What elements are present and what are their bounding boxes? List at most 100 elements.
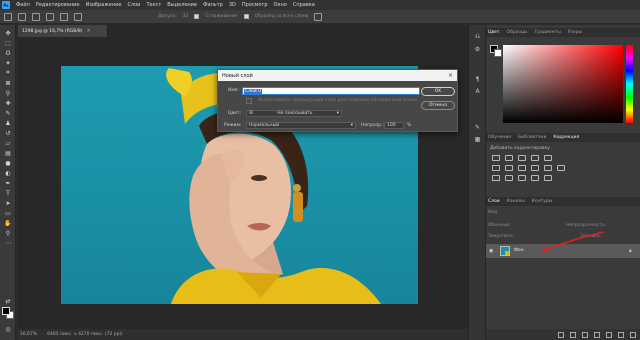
link-layers-icon[interactable] bbox=[558, 331, 564, 338]
opacity-field[interactable]: 100 bbox=[384, 122, 404, 129]
layer-kind-filter[interactable]: Вид bbox=[488, 210, 497, 215]
eyedropper-tool-icon[interactable]: ⚲ bbox=[3, 89, 13, 97]
history-icon[interactable]: ⎌ bbox=[473, 33, 482, 41]
clipping-mask-checkbox[interactable] bbox=[246, 98, 252, 104]
home-icon[interactable] bbox=[4, 12, 12, 21]
selection-add-icon[interactable] bbox=[46, 12, 54, 21]
menu-image[interactable]: Изображение bbox=[85, 2, 121, 8]
brush-tool-icon[interactable]: ✎ bbox=[3, 109, 13, 117]
color-picker-field[interactable] bbox=[503, 45, 623, 123]
delete-layer-icon[interactable] bbox=[630, 331, 636, 338]
foreground-color-swatch[interactable] bbox=[2, 307, 10, 315]
close-icon[interactable]: × bbox=[448, 72, 453, 79]
cancel-button[interactable]: Отмена bbox=[421, 101, 455, 110]
menu-layers[interactable]: Слои bbox=[127, 2, 140, 8]
tab-adjustments[interactable]: Коррекция bbox=[553, 135, 579, 140]
tab-swatches[interactable]: Образцы bbox=[507, 30, 528, 35]
tab-channels[interactable]: Каналы bbox=[507, 199, 525, 204]
more-tools-icon[interactable]: ⋯ bbox=[3, 239, 13, 247]
hue-slider[interactable] bbox=[626, 45, 633, 123]
eraser-tool-icon[interactable]: ▱ bbox=[3, 139, 13, 147]
ok-button[interactable]: OK bbox=[421, 87, 455, 96]
menu-3d[interactable]: 3D bbox=[229, 2, 236, 8]
dodge-tool-icon[interactable]: ◐ bbox=[3, 169, 13, 177]
menu-filter[interactable]: Фильтр bbox=[203, 2, 223, 8]
eye-icon[interactable]: ◉ bbox=[489, 248, 493, 254]
menu-file[interactable]: Файл bbox=[16, 2, 30, 8]
channel-mixer-icon[interactable] bbox=[544, 165, 552, 171]
menu-select[interactable]: Выделение bbox=[167, 2, 197, 8]
menu-help[interactable]: Справка bbox=[293, 2, 315, 8]
new-group-icon[interactable] bbox=[606, 331, 612, 338]
character-icon[interactable]: A bbox=[473, 87, 482, 95]
layer-style-icon[interactable] bbox=[570, 331, 576, 338]
move-tool-icon[interactable]: ✥ bbox=[3, 29, 13, 37]
lasso-tool-icon[interactable]: ʘ bbox=[3, 49, 13, 57]
tab-layers[interactable]: Слои bbox=[488, 199, 500, 204]
pen-tool-icon[interactable]: ✒ bbox=[3, 179, 13, 187]
exposure-icon[interactable] bbox=[531, 155, 539, 161]
tab-learn[interactable]: Обучение bbox=[488, 135, 511, 140]
menu-window[interactable]: Окно bbox=[274, 2, 287, 8]
path-select-tool-icon[interactable]: ➤ bbox=[3, 199, 13, 207]
swatches-icon[interactable]: ▦ bbox=[473, 135, 482, 143]
brightness-icon[interactable] bbox=[492, 155, 500, 161]
color-lookup-icon[interactable] bbox=[557, 165, 565, 171]
quick-mask-icon[interactable]: ◎ bbox=[3, 325, 13, 333]
gradient-map-icon[interactable] bbox=[531, 175, 539, 181]
gradient-tool-icon[interactable]: ▤ bbox=[3, 149, 13, 157]
threshold-icon[interactable] bbox=[518, 175, 526, 181]
black-white-icon[interactable] bbox=[518, 165, 526, 171]
shape-tool-icon[interactable]: ▭ bbox=[3, 209, 13, 217]
selection-subtract-icon[interactable] bbox=[60, 12, 68, 21]
sample-all-checkbox[interactable] bbox=[243, 14, 249, 19]
new-adjustment-icon[interactable] bbox=[594, 331, 600, 338]
crop-tool-icon[interactable]: ⌗ bbox=[3, 69, 13, 77]
curves-icon[interactable] bbox=[518, 155, 526, 161]
selection-intersect-icon[interactable] bbox=[74, 12, 82, 21]
type-tool-icon[interactable]: T bbox=[3, 189, 13, 197]
invert-icon[interactable] bbox=[492, 175, 500, 181]
smooth-checkbox[interactable] bbox=[194, 14, 200, 19]
vibrance-icon[interactable] bbox=[544, 155, 552, 161]
properties-icon[interactable]: ⚙ bbox=[473, 45, 482, 53]
tolerance-value[interactable]: 32 bbox=[183, 14, 189, 19]
tab-patterns[interactable]: Узоры bbox=[568, 30, 582, 35]
levels-icon[interactable] bbox=[505, 155, 513, 161]
add-mask-icon[interactable] bbox=[582, 331, 588, 338]
document-tab[interactable]: 1298.jpg @ 16,7% (RGB/8) × bbox=[18, 25, 108, 37]
blend-mode-select[interactable]: Нормальный ▾ bbox=[246, 122, 356, 129]
magic-wand-tool-icon[interactable]: ✦ bbox=[3, 59, 13, 67]
layer-name-input[interactable]: Слой 0 bbox=[242, 87, 420, 95]
color-balance-icon[interactable] bbox=[505, 165, 513, 171]
new-layer-icon[interactable] bbox=[618, 331, 624, 338]
tab-color[interactable]: Цвет bbox=[488, 30, 500, 35]
marquee-tool-icon[interactable]: ⬚ bbox=[3, 39, 13, 47]
zoom-level[interactable]: 16,67% bbox=[20, 332, 37, 337]
photo-filter-icon[interactable] bbox=[531, 165, 539, 171]
brush-settings-icon[interactable]: ✎ bbox=[473, 123, 482, 131]
menu-type[interactable]: Текст bbox=[146, 2, 161, 8]
zoom-tool-icon[interactable]: ⚲ bbox=[3, 229, 13, 237]
healing-brush-tool-icon[interactable]: ✚ bbox=[3, 99, 13, 107]
background-color-swatch[interactable] bbox=[494, 49, 502, 57]
tool-preset-icon[interactable] bbox=[18, 12, 26, 21]
tab-paths[interactable]: Контуры bbox=[532, 199, 553, 204]
hue-saturation-icon[interactable] bbox=[492, 165, 500, 171]
blur-tool-icon[interactable]: ● bbox=[3, 159, 13, 167]
close-icon[interactable]: × bbox=[87, 28, 91, 34]
history-brush-tool-icon[interactable]: ↺ bbox=[3, 129, 13, 137]
posterize-icon[interactable] bbox=[505, 175, 513, 181]
menu-view[interactable]: Просмотр bbox=[242, 2, 268, 8]
settings-icon[interactable] bbox=[314, 12, 323, 21]
selection-new-icon[interactable] bbox=[32, 12, 40, 21]
menu-edit[interactable]: Редактирование bbox=[36, 2, 80, 8]
stamp-tool-icon[interactable]: ♟ bbox=[3, 119, 13, 127]
frame-tool-icon[interactable]: ⊠ bbox=[3, 79, 13, 87]
selective-color-icon[interactable] bbox=[544, 175, 552, 181]
paragraph-icon[interactable]: ¶ bbox=[473, 75, 482, 83]
swap-colors-icon[interactable]: ⇄ bbox=[3, 297, 13, 305]
tab-libraries[interactable]: Библиотеки bbox=[518, 135, 546, 140]
hand-tool-icon[interactable]: ✋ bbox=[3, 219, 13, 227]
color-select[interactable]: ☒ Не показывать ▾ bbox=[246, 110, 342, 117]
